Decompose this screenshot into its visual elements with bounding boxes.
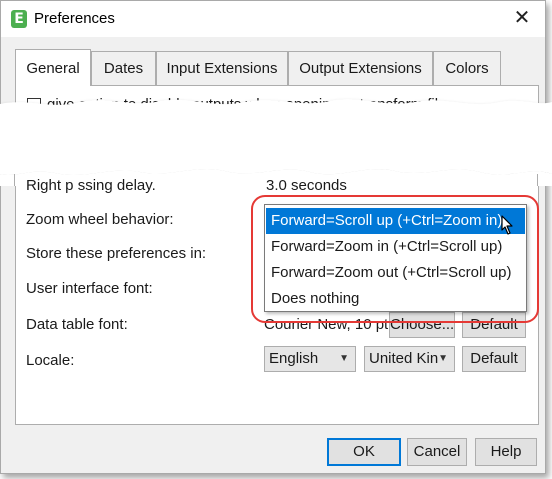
app-icon: E bbox=[11, 10, 27, 28]
title-bar: E Preferences ✕ bbox=[1, 1, 545, 37]
zoom-option-scroll-up[interactable]: Forward=Scroll up (+Ctrl=Zoom in) bbox=[266, 208, 525, 234]
window-title: Preferences bbox=[34, 10, 115, 27]
data-table-font-label: Data table font: bbox=[26, 316, 128, 333]
default-locale-button[interactable]: Default bbox=[462, 346, 526, 372]
mouse-cursor-icon bbox=[501, 215, 513, 235]
help-button[interactable]: Help bbox=[475, 438, 537, 466]
tab-colors[interactable]: Colors bbox=[433, 51, 501, 85]
processing-delay-value: 3.0 seconds bbox=[266, 177, 347, 194]
zoom-option-does-nothing[interactable]: Does nothing bbox=[266, 286, 525, 312]
ui-font-label: User interface font: bbox=[26, 280, 153, 297]
store-preferences-label: Store these preferences in: bbox=[26, 245, 207, 262]
zoom-wheel-label: Zoom wheel behavior: bbox=[26, 211, 174, 228]
dropdown-arrow-icon: ▼ bbox=[438, 353, 448, 364]
tab-dates[interactable]: Dates bbox=[91, 51, 156, 85]
dropdown-arrow-icon: ▼ bbox=[339, 353, 349, 364]
zoom-wheel-dropdown-list[interactable]: Forward=Scroll up (+Ctrl=Zoom in) Forwar… bbox=[264, 204, 527, 312]
zoom-option-zoom-in[interactable]: Forward=Zoom in (+Ctrl=Scroll up) bbox=[266, 234, 525, 260]
disable-outputs-checkbox[interactable] bbox=[27, 98, 41, 112]
cancel-button[interactable]: Cancel bbox=[407, 438, 467, 466]
close-button[interactable]: ✕ bbox=[511, 7, 533, 29]
ok-button[interactable]: OK bbox=[327, 438, 401, 466]
close-icon: ✕ bbox=[513, 7, 531, 29]
language-value: English bbox=[269, 350, 319, 367]
locale-label: Locale: bbox=[26, 352, 75, 369]
tab-general[interactable]: General bbox=[15, 49, 91, 86]
default-font-button[interactable]: Default bbox=[462, 312, 526, 338]
region-value: United Kin bbox=[369, 350, 439, 367]
disable-outputs-label: give option to disable outputs when open… bbox=[47, 96, 447, 113]
processing-delay-label: Right p ssing delay. bbox=[26, 177, 156, 194]
data-table-font-value: Courier New, 10 pt bbox=[264, 316, 388, 333]
language-select[interactable]: English ▼ bbox=[264, 346, 356, 372]
tab-output-extensions[interactable]: Output Extensions bbox=[288, 51, 433, 85]
choose-font-button[interactable]: Choose... bbox=[389, 312, 455, 338]
zoom-option-zoom-out[interactable]: Forward=Zoom out (+Ctrl=Scroll up) bbox=[266, 260, 525, 286]
tab-input-extensions[interactable]: Input Extensions bbox=[156, 51, 288, 85]
region-select[interactable]: United Kin ▼ bbox=[364, 346, 455, 372]
